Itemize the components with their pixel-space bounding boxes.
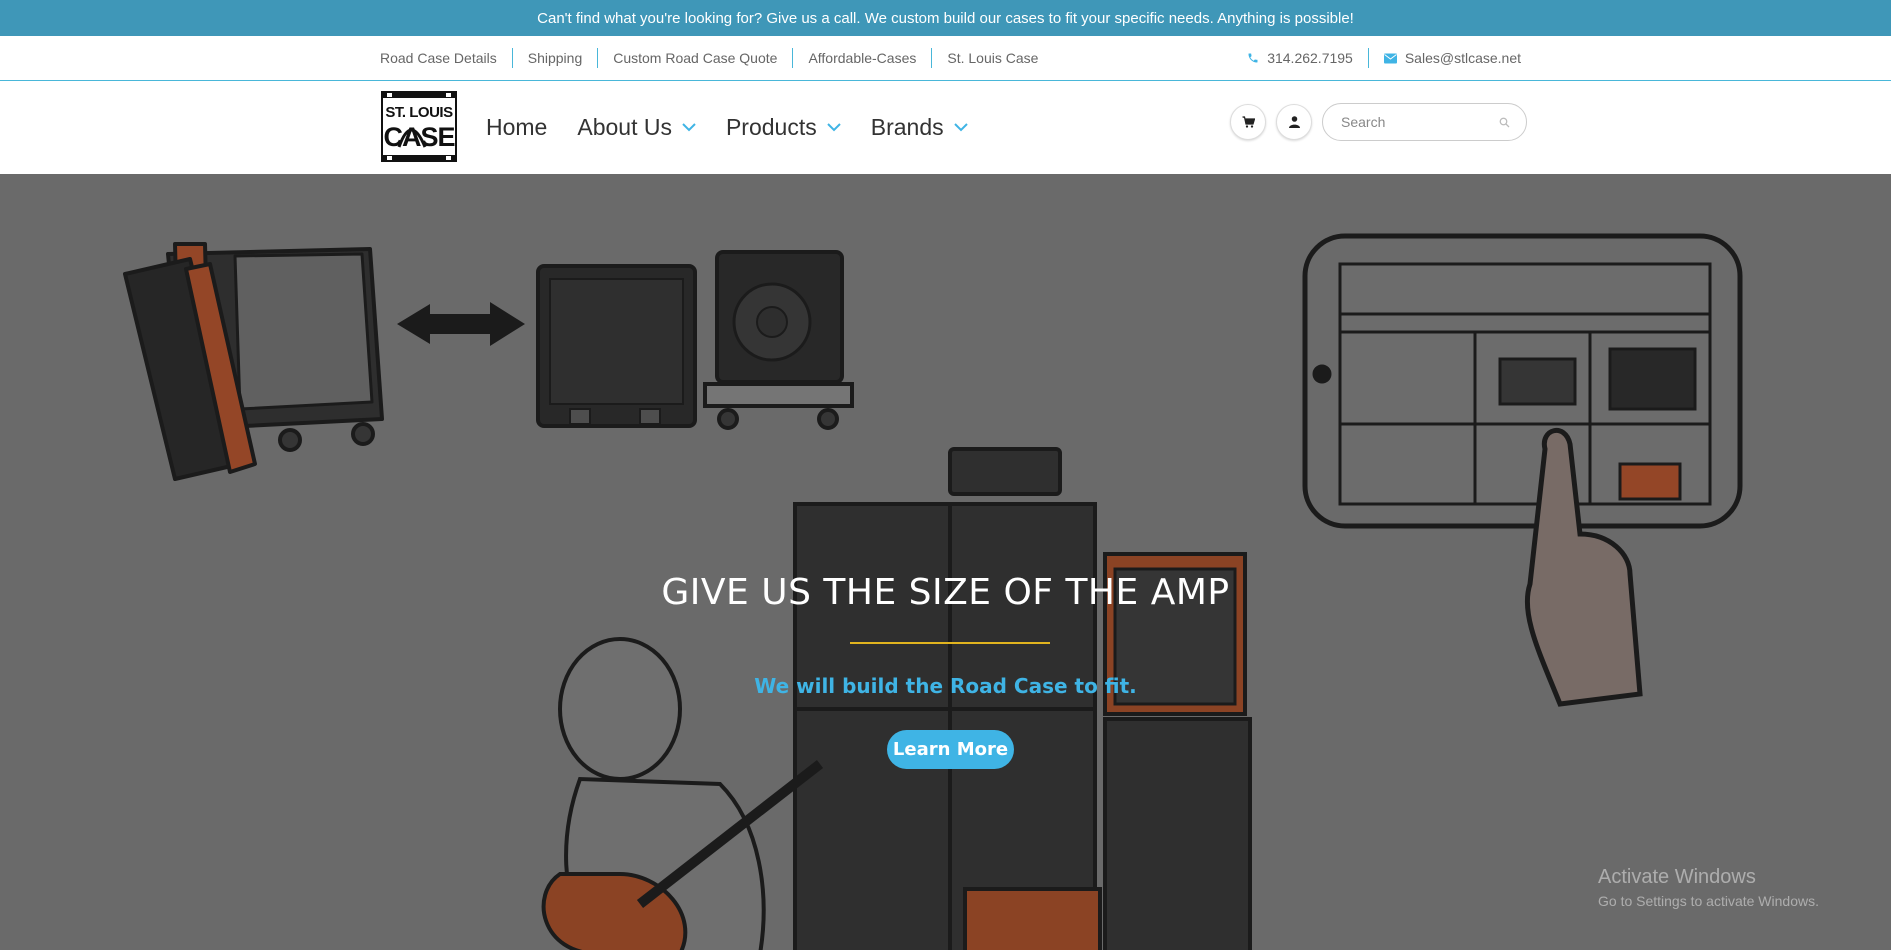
hero-title: GIVE US THE SIZE OF THE AMP [661, 572, 1230, 613]
phone-link[interactable]: 314.262.7195 [1232, 48, 1368, 68]
utility-links: Road Case Details Shipping Custom Road C… [380, 36, 1053, 80]
header-actions [1230, 103, 1527, 141]
nav-brands-label: Brands [870, 114, 944, 140]
email-link[interactable]: Sales@stlcase.net [1367, 48, 1521, 68]
email-address: Sales@stlcase.net [1404, 50, 1521, 66]
site-logo[interactable]: ST. LOUIS CASE [381, 91, 457, 162]
windows-activation-watermark: Activate Windows Go to Settings to activ… [1598, 866, 1819, 909]
nav-home[interactable]: Home [486, 114, 547, 141]
cart-button[interactable] [1230, 104, 1266, 140]
chevron-down-icon [682, 123, 696, 132]
learn-more-button[interactable]: Learn More [887, 730, 1014, 769]
main-nav: Home About Us Products Brands [486, 81, 998, 174]
account-button[interactable] [1276, 104, 1312, 140]
utility-link-custom-quote[interactable]: Custom Road Case Quote [597, 48, 792, 68]
search-box [1322, 103, 1527, 141]
utility-link-affordable-cases[interactable]: Affordable-Cases [792, 48, 931, 68]
utility-contact: 314.262.7195 Sales@stlcase.net [1232, 36, 1521, 80]
announcement-text: Can't find what you're looking for? Give… [537, 9, 1354, 27]
hero-banner: GIVE US THE SIZE OF THE AMP We will buil… [0, 174, 1891, 950]
phone-icon [1248, 53, 1258, 63]
nav-brands[interactable]: Brands [871, 114, 968, 141]
svg-text:ST. LOUIS: ST. LOUIS [385, 104, 453, 121]
chevron-down-icon [827, 123, 841, 132]
cart-icon [1242, 116, 1255, 128]
nav-home-label: Home [486, 114, 548, 140]
site-header: ST. LOUIS CASE Home About Us Products Br… [0, 81, 1891, 174]
hero-subtitle: We will build the Road Case to fit. [754, 674, 1137, 698]
hero-divider [850, 642, 1050, 644]
utility-bar: Road Case Details Shipping Custom Road C… [0, 36, 1891, 81]
user-icon [1288, 116, 1300, 128]
utility-link-st-louis-case[interactable]: St. Louis Case [931, 48, 1053, 68]
chevron-down-icon [953, 123, 968, 132]
hero-overlay [0, 174, 1891, 950]
envelope-icon [1383, 53, 1397, 63]
nav-products-label: Products [725, 114, 817, 140]
utility-link-shipping[interactable]: Shipping [511, 48, 598, 68]
search-input[interactable] [1341, 114, 1491, 130]
search-icon[interactable] [1499, 117, 1510, 128]
activation-title: Activate Windows [1598, 866, 1756, 888]
announcement-bar: Can't find what you're looking for? Give… [0, 0, 1891, 36]
activation-subtitle: Go to Settings to activate Windows. [1598, 893, 1819, 909]
phone-number: 314.262.7195 [1267, 50, 1353, 66]
nav-about-us-label: About Us [577, 114, 672, 140]
nav-about-us[interactable]: About Us [577, 114, 696, 141]
nav-products[interactable]: Products [726, 114, 841, 141]
utility-link-road-case-details[interactable]: Road Case Details [380, 48, 512, 68]
